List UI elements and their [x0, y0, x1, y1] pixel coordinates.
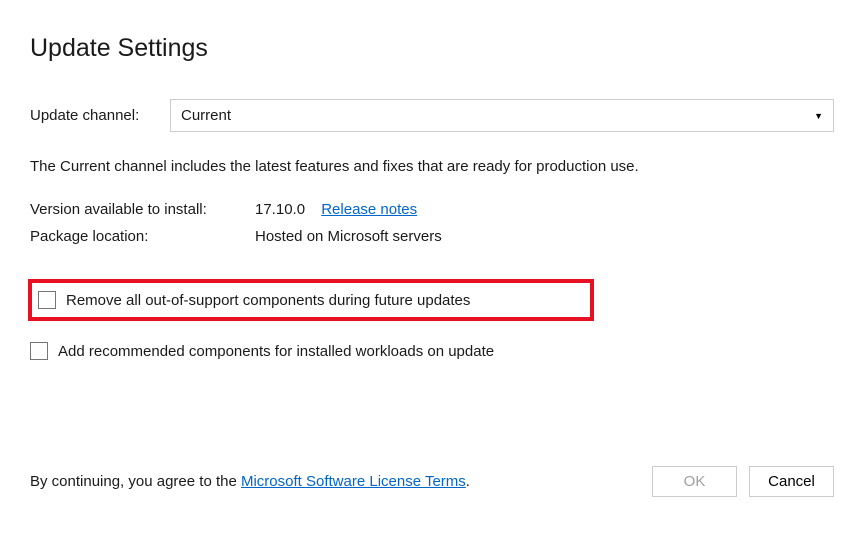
package-location-label: Package location: [30, 228, 255, 245]
channel-description: The Current channel includes the latest … [30, 158, 834, 175]
package-location-value: Hosted on Microsoft servers [255, 228, 442, 245]
footer: By continuing, you agree to the Microsof… [30, 466, 834, 497]
remove-out-of-support-label[interactable]: Remove all out-of-support components dur… [66, 292, 470, 309]
license-terms-link[interactable]: Microsoft Software License Terms [241, 473, 466, 490]
cancel-button[interactable]: Cancel [749, 466, 834, 497]
version-value: 17.10.0 [255, 201, 305, 218]
license-prefix: By continuing, you agree to the [30, 473, 241, 490]
page-title: Update Settings [30, 34, 834, 63]
update-channel-row: Update channel: Current ▼ [30, 99, 834, 132]
add-recommended-label[interactable]: Add recommended components for installed… [58, 343, 494, 360]
remove-out-of-support-checkbox[interactable] [38, 291, 56, 309]
version-row: Version available to install: 17.10.0 Re… [30, 201, 834, 218]
chevron-down-icon: ▼ [814, 111, 823, 121]
license-suffix: . [466, 473, 470, 490]
add-recommended-checkbox[interactable] [30, 342, 48, 360]
update-channel-label: Update channel: [30, 107, 170, 124]
license-text: By continuing, you agree to the Microsof… [30, 473, 470, 490]
remove-out-of-support-row: Remove all out-of-support components dur… [28, 279, 594, 321]
add-recommended-row: Add recommended components for installed… [30, 335, 834, 367]
dropdown-selected-value: Current [181, 107, 231, 124]
update-channel-dropdown[interactable]: Current ▼ [170, 99, 834, 132]
checkbox-section: Remove all out-of-support components dur… [30, 279, 834, 367]
package-location-row: Package location: Hosted on Microsoft se… [30, 228, 834, 245]
button-group: OK Cancel [652, 466, 834, 497]
ok-button[interactable]: OK [652, 466, 737, 497]
version-label: Version available to install: [30, 201, 255, 218]
release-notes-link[interactable]: Release notes [321, 201, 417, 218]
version-value-group: 17.10.0 Release notes [255, 201, 417, 218]
